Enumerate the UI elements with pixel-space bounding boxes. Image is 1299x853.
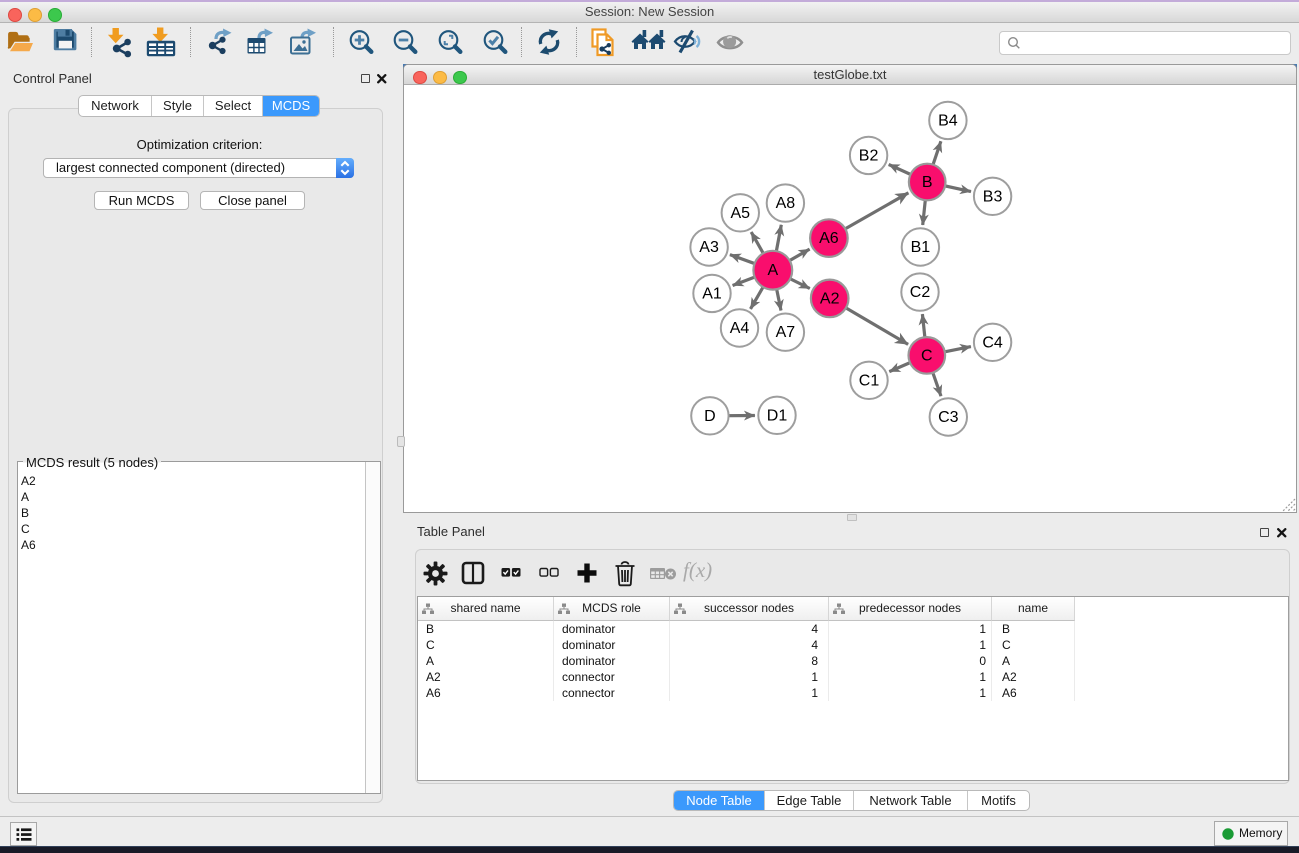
svg-text:B4: B4 xyxy=(938,112,958,129)
svg-text:C1: C1 xyxy=(859,372,880,389)
svg-text:B3: B3 xyxy=(983,188,1003,205)
svg-text:A7: A7 xyxy=(776,324,796,341)
svg-text:A5: A5 xyxy=(731,205,751,222)
svg-text:A8: A8 xyxy=(776,195,796,212)
svg-text:D: D xyxy=(704,408,716,425)
svg-text:C4: C4 xyxy=(982,334,1003,351)
svg-text:A4: A4 xyxy=(730,320,750,337)
svg-text:A1: A1 xyxy=(702,285,722,302)
svg-text:B2: B2 xyxy=(859,147,879,164)
svg-text:C2: C2 xyxy=(910,284,931,301)
svg-text:B: B xyxy=(922,174,933,191)
svg-text:A2: A2 xyxy=(820,290,840,307)
svg-text:A: A xyxy=(767,262,778,279)
svg-text:C3: C3 xyxy=(938,409,959,426)
svg-text:C: C xyxy=(921,347,933,364)
svg-text:A6: A6 xyxy=(819,230,839,247)
svg-text:B1: B1 xyxy=(911,239,931,256)
svg-text:D1: D1 xyxy=(767,407,788,424)
svg-text:A3: A3 xyxy=(699,239,719,256)
